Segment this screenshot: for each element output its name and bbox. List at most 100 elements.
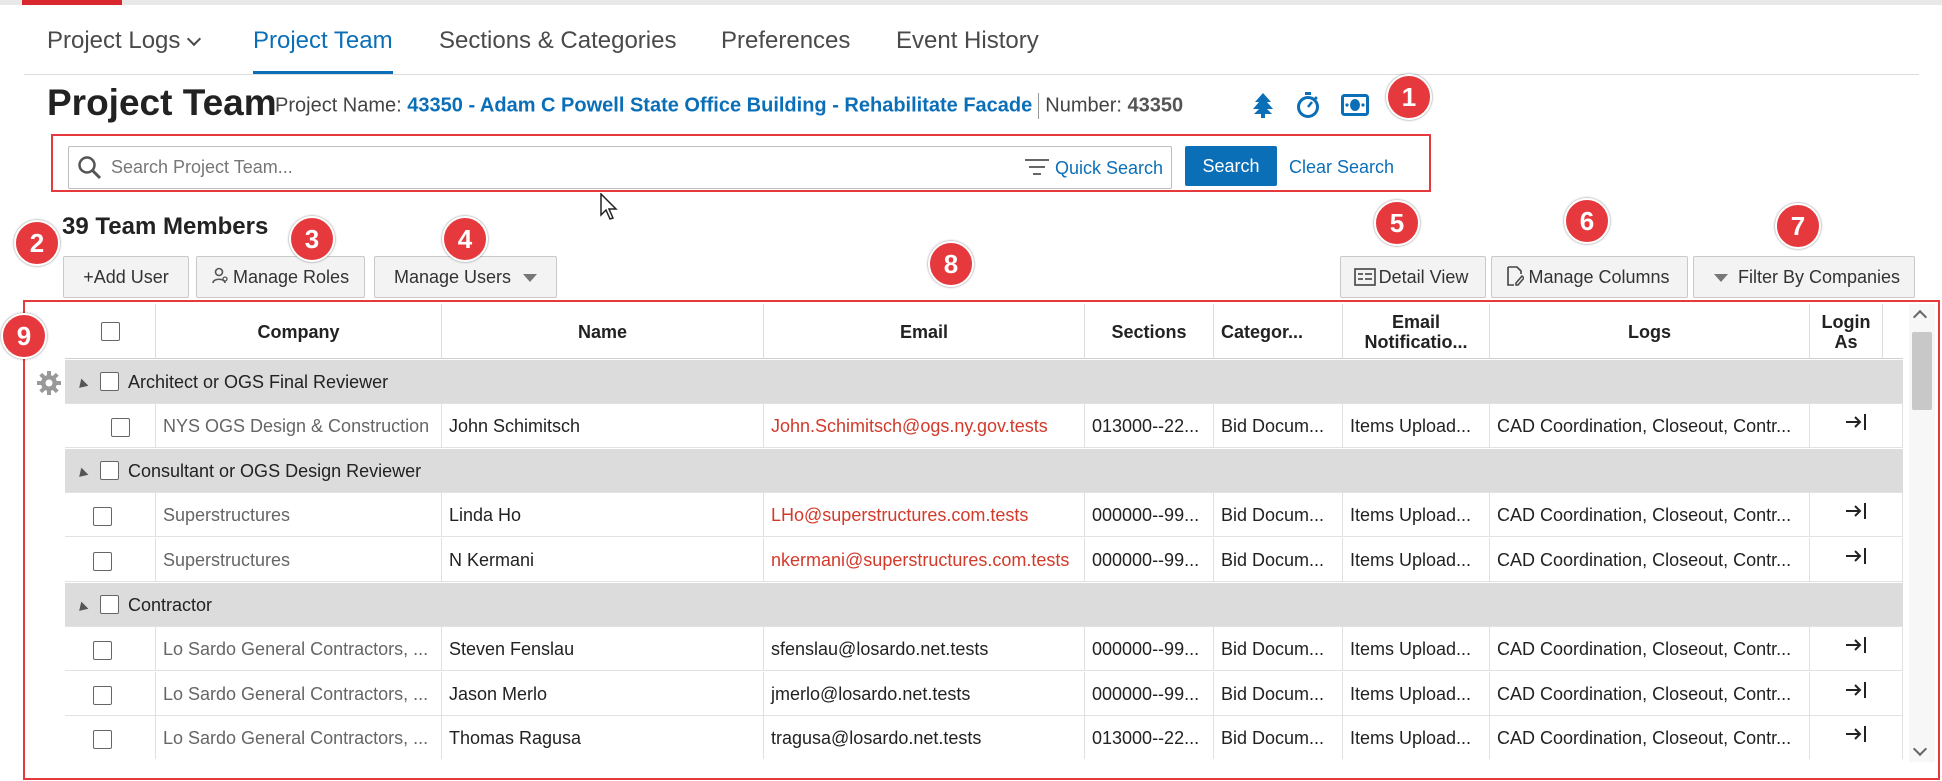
email-link[interactable]: tragusa@losardo.net.tests	[764, 716, 1085, 759]
project-name-link[interactable]: 43350 - Adam C Powell State Office Build…	[407, 94, 1032, 116]
row-checkbox[interactable]	[111, 417, 130, 437]
collapse-triangle-icon[interactable]	[75, 465, 89, 483]
column-header-email[interactable]: Email	[764, 304, 1085, 359]
mouse-cursor-icon	[600, 192, 620, 226]
column-header-name[interactable]: Name	[442, 304, 764, 359]
notifications-cell: Items Upload...	[1343, 627, 1490, 671]
row-checkbox[interactable]	[93, 640, 112, 660]
tree-icon[interactable]	[1252, 92, 1274, 123]
add-user-button[interactable]: +Add User	[63, 256, 189, 298]
notifications-cell: Items Upload...	[1343, 716, 1490, 759]
login-as-icon[interactable]	[1845, 548, 1867, 570]
email-link[interactable]: jmerlo@losardo.net.tests	[764, 672, 1085, 716]
table-row: Superstructures Linda Ho LHo@superstruct…	[65, 493, 1903, 537]
login-as-icon[interactable]	[1845, 726, 1867, 748]
group-row-contractor[interactable]: Contractor	[65, 583, 1903, 627]
tab-sections-categories[interactable]: Sections & Categories	[439, 27, 676, 55]
chevron-down-icon	[187, 31, 202, 47]
group-checkbox[interactable]	[100, 461, 119, 481]
table-row: Lo Sardo General Contractors, ... Steven…	[65, 627, 1903, 671]
select-all-checkbox[interactable]	[100, 322, 120, 341]
row-checkbox[interactable]	[93, 729, 112, 749]
edit-columns-icon	[1507, 266, 1526, 286]
column-header-email-notifications[interactable]: Email Notificatio...	[1343, 304, 1490, 359]
collapse-triangle-icon[interactable]	[75, 376, 89, 394]
login-as-cell	[1810, 627, 1903, 671]
detail-view-icon	[1353, 268, 1376, 286]
scroll-up-arrow-icon[interactable]	[1912, 309, 1928, 325]
page-title: Project Team	[47, 82, 277, 123]
company-cell: Lo Sardo General Contractors, ...	[156, 672, 442, 716]
manage-users-dropdown[interactable]: Manage Users	[374, 256, 557, 298]
gear-icon[interactable]	[36, 370, 62, 401]
column-header-logs[interactable]: Logs	[1490, 304, 1810, 359]
group-row-consultant[interactable]: Consultant or OGS Design Reviewer	[65, 449, 1903, 493]
row-checkbox[interactable]	[93, 506, 112, 526]
logs-cell: CAD Coordination, Closeout, Contr...	[1490, 627, 1810, 671]
clear-search-link[interactable]: Clear Search	[1289, 157, 1394, 178]
detail-view-button[interactable]: Detail View	[1340, 256, 1486, 298]
categories-cell: Bid Docum...	[1214, 493, 1343, 537]
email-link[interactable]: LHo@superstructures.com.tests	[764, 493, 1085, 537]
login-as-cell	[1810, 404, 1903, 448]
detail-view-label: Detail View	[1378, 267, 1469, 287]
tab-preferences[interactable]: Preferences	[721, 27, 850, 55]
tab-event-history[interactable]: Event History	[896, 27, 1039, 55]
group-checkbox[interactable]	[100, 595, 119, 615]
logs-cell: CAD Coordination, Closeout, Contr...	[1490, 493, 1810, 537]
row-checkbox-cell	[65, 716, 156, 759]
filter-by-companies-dropdown[interactable]: Filter By Companies	[1693, 256, 1915, 298]
quick-search-button[interactable]: Quick Search	[1024, 158, 1163, 179]
divider	[1038, 93, 1040, 119]
column-header-sections[interactable]: Sections	[1085, 304, 1214, 359]
column-header-login-as[interactable]: Login As	[1810, 304, 1883, 359]
email-link[interactable]: nkermani@superstructures.com.tests	[764, 538, 1085, 582]
scrollbar-thumb[interactable]	[1912, 332, 1932, 410]
tab-project-logs[interactable]: Project Logs	[47, 27, 202, 55]
callout-badge-9: 9	[1, 313, 47, 359]
categories-cell: Bid Docum...	[1214, 627, 1343, 671]
row-checkbox[interactable]	[93, 685, 112, 705]
manage-columns-button[interactable]: Manage Columns	[1491, 256, 1688, 298]
scroll-down-arrow-icon[interactable]	[1912, 741, 1928, 757]
company-cell: Superstructures	[156, 493, 442, 537]
search-button[interactable]: Search	[1185, 146, 1277, 186]
project-number: 43350	[1127, 94, 1184, 117]
login-as-icon[interactable]	[1845, 503, 1867, 525]
login-as-icon[interactable]	[1845, 682, 1867, 704]
callout-badge-7: 7	[1775, 203, 1821, 249]
categories-cell: Bid Docum...	[1214, 672, 1343, 716]
callout-badge-1: 1	[1386, 74, 1432, 120]
company-cell: Superstructures	[156, 538, 442, 582]
email-link[interactable]: sfenslau@losardo.net.tests	[764, 627, 1085, 671]
search-input[interactable]	[111, 149, 831, 186]
project-number-label: Number:	[1045, 94, 1122, 117]
tab-project-team[interactable]: Project Team	[253, 27, 393, 74]
table-scrollbar[interactable]	[1909, 304, 1935, 762]
login-as-cell	[1810, 493, 1903, 537]
categories-cell: Bid Docum...	[1214, 538, 1343, 582]
collapse-triangle-icon[interactable]	[75, 599, 89, 617]
notifications-cell: Items Upload...	[1343, 538, 1490, 582]
filter-lines-icon	[1025, 159, 1049, 175]
search-icon	[77, 155, 103, 186]
column-header-company[interactable]: Company	[156, 304, 442, 359]
caret-down-icon	[523, 274, 538, 283]
column-header-categories[interactable]: Categor...	[1214, 304, 1343, 359]
login-as-icon[interactable]	[1845, 414, 1867, 436]
money-icon[interactable]	[1341, 94, 1369, 121]
stopwatch-icon[interactable]	[1296, 92, 1320, 123]
sections-cell: 000000--99...	[1085, 538, 1214, 582]
name-cell: John Schimitsch	[442, 404, 764, 448]
logs-cell: CAD Coordination, Closeout, Contr...	[1490, 672, 1810, 716]
manage-roles-button[interactable]: Manage Roles	[196, 256, 365, 298]
group-row-architect[interactable]: Architect or OGS Final Reviewer	[65, 360, 1903, 404]
row-checkbox[interactable]	[93, 551, 112, 571]
group-checkbox[interactable]	[100, 372, 119, 392]
login-as-icon[interactable]	[1845, 637, 1867, 659]
callout-badge-3: 3	[289, 216, 335, 262]
logs-cell: CAD Coordination, Closeout, Contr...	[1490, 538, 1810, 582]
logs-cell: CAD Coordination, Closeout, Contr...	[1490, 716, 1810, 759]
name-cell: Linda Ho	[442, 493, 764, 537]
email-link[interactable]: John.Schimitsch@ogs.ny.gov.tests	[764, 404, 1085, 448]
